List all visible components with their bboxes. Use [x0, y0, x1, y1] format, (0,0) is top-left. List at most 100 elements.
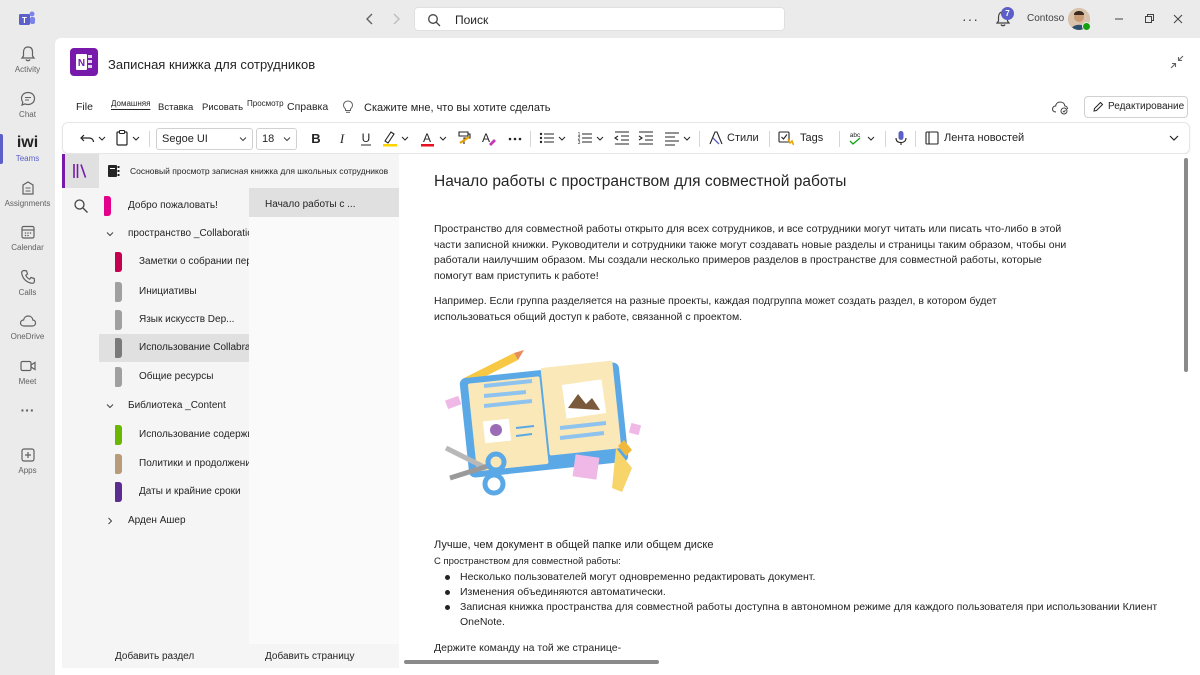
rail-item-chat[interactable]: Chat — [0, 90, 55, 120]
section-item[interactable]: Инициативы — [99, 278, 249, 306]
section-item[interactable]: Язык искусств Dep... — [99, 306, 249, 334]
chat-icon — [19, 90, 37, 108]
more-formatting-icon[interactable] — [506, 129, 524, 149]
section-item[interactable]: Использование содержимого — [99, 421, 274, 449]
rail-item-teams[interactable]: iwi Teams — [0, 134, 55, 164]
list-item[interactable]: Изменения объединяются автоматически. — [443, 585, 1183, 600]
tab-insert[interactable]: Вставка — [158, 102, 193, 113]
vertical-scrollbar[interactable] — [1184, 158, 1188, 372]
list-item-text: Записная книжка пространства для совмест… — [460, 601, 1158, 628]
bullets-button[interactable] — [538, 129, 570, 149]
notebook-icon — [107, 164, 120, 178]
highlight-button[interactable] — [381, 129, 413, 149]
paste-button[interactable] — [115, 129, 145, 149]
rail-item-onedrive[interactable]: OneDrive — [0, 312, 55, 342]
chevron-down-icon — [283, 135, 291, 143]
add-section-button[interactable]: Добавить раздел — [115, 651, 194, 662]
list-item-text: Несколько пользователей могут одновремен… — [460, 571, 816, 583]
section-label: Добро пожаловать! — [128, 200, 218, 211]
restore-icon[interactable] — [1141, 11, 1157, 27]
section-group[interactable]: пространство _Collaboration — [99, 222, 269, 246]
page-title[interactable]: Начало работы с пространством для совмес… — [434, 173, 846, 191]
page-paragraph[interactable]: Например. Если группа разделяется на раз… — [434, 294, 1074, 325]
formatting-toolbar: Segoe UI 18 B I U A A 123 Стили Tags abc… — [62, 122, 1190, 154]
font-color-button[interactable]: A — [419, 129, 451, 149]
section-label: Даты и крайние сроки — [139, 486, 241, 497]
tab-file[interactable]: File — [76, 101, 93, 113]
notebook-title: Сосновый просмотр записная книжка для шк… — [130, 166, 389, 176]
font-family-select[interactable]: Segoe UI — [156, 128, 253, 150]
forward-arrow-icon[interactable] — [387, 10, 405, 28]
sync-cloud-icon[interactable] — [1051, 99, 1069, 115]
section-intro[interactable]: С пространством для совместной работы: — [434, 556, 621, 567]
underline-button[interactable]: U — [357, 129, 375, 149]
collapse-icon[interactable] — [1170, 55, 1184, 69]
rail-item-apps[interactable]: Apps — [0, 446, 55, 476]
decrease-indent-icon[interactable] — [613, 129, 631, 149]
italic-button[interactable]: I — [333, 129, 351, 149]
horizontal-scrollbar[interactable] — [404, 660, 659, 664]
section-item-selected[interactable]: Использование Collabra — [99, 334, 250, 362]
section-group[interactable]: Арден Ашер — [99, 509, 269, 533]
bold-button[interactable]: B — [307, 129, 325, 149]
font-size-select[interactable]: 18 — [256, 128, 297, 150]
align-button[interactable] — [663, 129, 695, 149]
increase-indent-icon[interactable] — [637, 129, 655, 149]
org-name[interactable]: Contoso — [1027, 13, 1064, 24]
section-color-tab — [115, 425, 122, 445]
section-item[interactable]: Общие ресурсы — [99, 363, 249, 391]
tab-help[interactable]: Справка — [287, 101, 328, 113]
more-options-button[interactable]: ··· — [962, 11, 979, 27]
section-group[interactable]: Библиотека _Content — [99, 394, 269, 418]
rail-item-calendar[interactable]: Calendar — [0, 223, 55, 253]
video-icon — [19, 357, 37, 375]
toolbar-separator — [915, 131, 916, 147]
rail-item-calls[interactable]: Calls — [0, 268, 55, 298]
page-paragraph[interactable]: Пространство для совместной работы откры… — [434, 222, 1074, 284]
list-item[interactable]: Несколько пользователей могут одновремен… — [443, 570, 1183, 585]
svg-text:U: U — [362, 131, 371, 145]
library-icon — [73, 164, 87, 178]
search-input[interactable]: Поиск — [414, 7, 785, 31]
section-item[interactable]: Даты и крайние сроки — [99, 478, 249, 506]
dictate-mic-icon[interactable] — [892, 129, 910, 149]
section-item[interactable]: Добро пожаловать! — [99, 192, 249, 220]
rail-item-assignments[interactable]: Assignments — [0, 179, 55, 209]
undo-button[interactable] — [79, 129, 109, 149]
notebooks-library-button[interactable] — [62, 154, 99, 188]
rail-item-activity[interactable]: Activity — [0, 45, 55, 75]
tab-home[interactable]: Домашняя — [111, 99, 150, 108]
minimize-icon[interactable] — [1111, 11, 1127, 27]
rail-label: Chat — [19, 110, 36, 119]
section-heading[interactable]: Лучше, чем документ в общей папке или об… — [434, 539, 713, 551]
tab-view[interactable]: Просмотр — [247, 99, 284, 108]
cloud-icon — [19, 312, 37, 330]
back-arrow-icon[interactable] — [361, 10, 379, 28]
close-icon[interactable] — [1170, 11, 1186, 27]
ribbon-expand-chevron-icon[interactable] — [1167, 131, 1181, 151]
tab-draw[interactable]: Рисовать — [202, 102, 243, 113]
rail-item-meet[interactable]: Meet — [0, 357, 55, 387]
numbering-button[interactable]: 123 — [576, 129, 608, 149]
rail-item-more[interactable]: ··· — [0, 403, 55, 417]
section-item[interactable]: Политики и продолжение — [99, 450, 256, 478]
editing-mode-button[interactable]: Редактирование — [1084, 96, 1188, 118]
format-painter-icon[interactable] — [456, 129, 474, 149]
feed-button[interactable]: Лента новостей — [944, 132, 1024, 144]
tell-me-input[interactable]: Скажите мне, что вы хотите сделать — [364, 102, 550, 114]
rail-label: Meet — [18, 377, 37, 386]
styles-button[interactable]: Стили — [727, 132, 759, 144]
clear-format-icon[interactable]: A — [479, 129, 499, 149]
page-paragraph[interactable]: Держите команду на той же странице- — [434, 642, 621, 654]
search-icon[interactable] — [73, 198, 89, 214]
add-page-button[interactable]: Добавить страницу — [265, 651, 355, 662]
tag-icon — [777, 129, 795, 149]
bullet-icon — [445, 575, 450, 580]
tags-button[interactable]: Tags — [800, 132, 823, 144]
spelling-button[interactable]: abc — [847, 129, 879, 149]
svg-text:B: B — [311, 131, 320, 146]
list-item[interactable]: Записная книжка пространства для совмест… — [443, 600, 1183, 630]
notebook-illustration — [436, 348, 648, 498]
section-item[interactable]: Заметки о собрании персонала — [99, 248, 285, 276]
teams-logo-icon[interactable]: T — [18, 10, 36, 28]
